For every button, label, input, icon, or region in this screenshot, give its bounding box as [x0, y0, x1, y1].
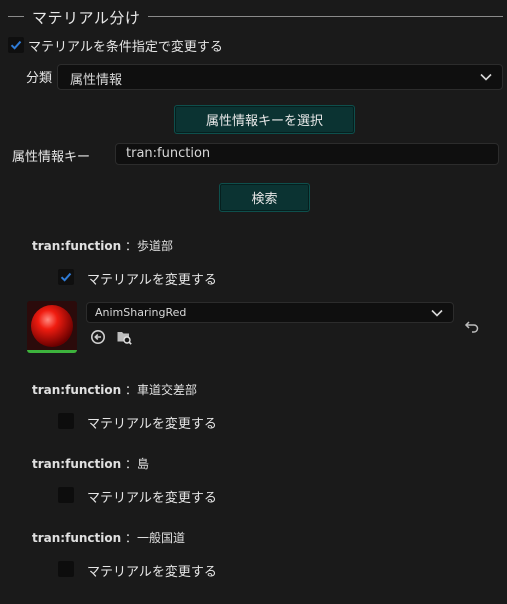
result-attribute-row: tran:function ：一般国道 [32, 529, 185, 546]
change-material-checkbox[interactable] [58, 561, 74, 577]
category-select[interactable]: 属性情報 [57, 64, 503, 90]
chevron-down-icon [431, 309, 443, 317]
result-attribute-row: tran:function ：歩道部 [32, 237, 173, 254]
change-material-label: マテリアルを変更する [87, 491, 217, 506]
checkmark-icon [60, 272, 72, 282]
change-material-label: マテリアルを変更する [87, 417, 217, 432]
result-key: tran:function [32, 239, 122, 253]
arrow-left-circle-icon[interactable] [90, 329, 106, 345]
material-name: AnimSharingRed [95, 306, 187, 319]
result-value: ：車道交差部 [124, 383, 197, 397]
result-attribute-row: tran:function ：島 [32, 455, 149, 472]
section-title: マテリアル分け [32, 9, 141, 27]
select-attribute-key-button[interactable]: 属性情報キーを選択 [174, 105, 355, 134]
result-attribute-row: tran:function ：車道交差部 [32, 381, 197, 398]
result-key: tran:function [32, 457, 122, 471]
result-value: ：島 [124, 457, 149, 471]
material-thumbnail[interactable] [27, 301, 77, 353]
section-header: マテリアル分け [0, 6, 507, 27]
change-material-label: マテリアルを変更する [87, 565, 217, 580]
change-material-label: マテリアルを変更する [87, 273, 217, 288]
main-toggle-checkbox[interactable] [8, 37, 24, 53]
material-sphere-preview [27, 301, 77, 353]
result-key: tran:function [32, 531, 122, 545]
header-divider-left [8, 16, 24, 17]
result-key: tran:function [32, 383, 122, 397]
material-thumbnail-underline [27, 350, 77, 353]
change-material-checkbox[interactable] [58, 413, 74, 429]
main-toggle-label: マテリアルを条件指定で変更する [28, 40, 223, 55]
material-select[interactable]: AnimSharingRed [86, 302, 454, 323]
change-material-checkbox[interactable] [58, 269, 74, 285]
attribute-key-input[interactable]: tran:function [115, 143, 499, 165]
undo-arrow-icon[interactable] [464, 318, 480, 334]
change-material-checkbox[interactable] [58, 487, 74, 503]
result-value: ：一般国道 [124, 531, 185, 545]
attribute-key-label: 属性情報キー [12, 150, 91, 165]
checkmark-icon [10, 40, 22, 50]
result-value: ：歩道部 [124, 239, 173, 253]
search-button[interactable]: 検索 [219, 183, 310, 212]
folder-search-icon[interactable] [116, 329, 132, 345]
category-label: 分類 [26, 71, 53, 86]
header-divider-right [148, 16, 503, 17]
category-value: 属性情報 [70, 73, 123, 88]
chevron-down-icon [480, 73, 492, 81]
